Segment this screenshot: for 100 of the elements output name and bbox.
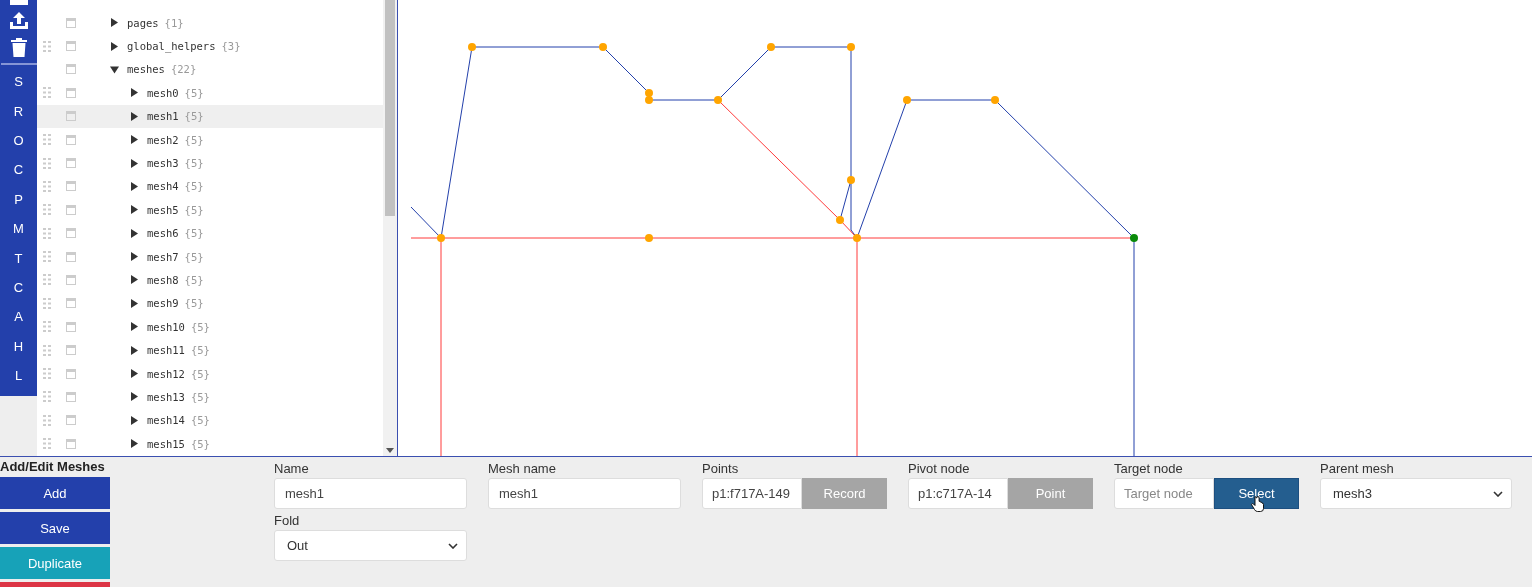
- text-input[interactable]: mesh1: [274, 478, 467, 509]
- tree-row[interactable]: pages {1}: [37, 11, 383, 35]
- checkbox[interactable]: [66, 134, 76, 145]
- drag-handle-icon[interactable]: [43, 204, 51, 216]
- drag-handle-icon[interactable]: [43, 438, 51, 450]
- trash-icon[interactable]: [10, 37, 27, 57]
- drag-handle-icon[interactable]: [43, 391, 51, 403]
- tree-row[interactable]: global_helpers {3}: [37, 34, 383, 58]
- sidebar-tab[interactable]: A: [0, 302, 37, 332]
- expand-icon[interactable]: [130, 298, 139, 308]
- checkbox[interactable]: [66, 438, 76, 449]
- tree-row[interactable]: mesh8 {5}: [37, 268, 383, 292]
- tree-row[interactable]: mesh11 {5}: [37, 338, 383, 362]
- expand-icon[interactable]: [110, 41, 119, 51]
- sidebar-tab[interactable]: L: [0, 360, 37, 391]
- action-button[interactable]: Add: [0, 477, 110, 509]
- drag-handle-icon[interactable]: [43, 274, 51, 286]
- expand-icon[interactable]: [130, 252, 139, 262]
- tree-row[interactable]: meshes {22}: [37, 57, 383, 82]
- drag-handle-icon[interactable]: [43, 180, 51, 192]
- drag-handle-icon[interactable]: [43, 87, 51, 99]
- checkbox[interactable]: [66, 158, 76, 169]
- tree-row[interactable]: mesh4 {5}: [37, 174, 383, 199]
- checkbox[interactable]: [66, 64, 76, 75]
- checkbox[interactable]: [66, 298, 76, 309]
- drag-handle-icon[interactable]: [43, 297, 51, 309]
- checkbox[interactable]: [66, 228, 76, 239]
- sidebar-tab[interactable]: C: [0, 155, 37, 185]
- drag-handle-icon[interactable]: [43, 227, 51, 239]
- checkbox[interactable]: [66, 41, 76, 52]
- tree-row[interactable]: mesh10 {5}: [37, 315, 383, 339]
- tree-row[interactable]: mesh14 {5}: [37, 408, 383, 433]
- drag-handle-icon[interactable]: [43, 251, 51, 263]
- node-input[interactable]: Target node: [1114, 478, 1214, 509]
- checkbox[interactable]: [66, 251, 76, 262]
- sidebar-tab[interactable]: T: [0, 243, 37, 273]
- checkbox[interactable]: [66, 17, 76, 28]
- tree-row[interactable]: mesh5 {5}: [37, 198, 383, 222]
- toolbar-icon[interactable]: [9, 0, 28, 8]
- drag-handle-icon[interactable]: [43, 40, 51, 52]
- sidebar-tab[interactable]: R: [0, 96, 37, 126]
- checkbox[interactable]: [66, 321, 76, 332]
- expand-icon[interactable]: [130, 415, 139, 425]
- expand-icon[interactable]: [130, 439, 139, 449]
- tree-row[interactable]: mesh6 {5}: [37, 221, 383, 245]
- checkbox[interactable]: [66, 111, 76, 122]
- select-field[interactable]: mesh3: [1320, 478, 1512, 509]
- tree-row[interactable]: mesh9 {5}: [37, 291, 383, 316]
- drag-handle-icon[interactable]: [43, 321, 51, 333]
- expand-icon[interactable]: [130, 205, 139, 215]
- expand-icon[interactable]: [130, 111, 139, 121]
- tree-row[interactable]: mesh1 {5}: [37, 104, 383, 128]
- expand-icon[interactable]: [130, 369, 139, 379]
- action-button[interactable]: Save: [0, 512, 110, 544]
- sidebar-tab[interactable]: H: [0, 331, 37, 361]
- checkbox[interactable]: [66, 368, 76, 379]
- checkbox[interactable]: [66, 415, 76, 426]
- drag-handle-icon[interactable]: [43, 368, 51, 380]
- tree-row[interactable]: mesh13 {5}: [37, 385, 383, 409]
- scroll-down-icon[interactable]: [386, 448, 394, 453]
- checkbox[interactable]: [66, 204, 76, 215]
- sidebar-tab[interactable]: M: [0, 213, 37, 244]
- expand-icon[interactable]: [130, 228, 139, 238]
- scrollbar[interactable]: [383, 0, 397, 456]
- sidebar-tab[interactable]: C: [0, 272, 37, 303]
- checkbox[interactable]: [66, 391, 76, 402]
- select-field[interactable]: Out: [274, 530, 467, 561]
- sidebar-tab[interactable]: S: [0, 67, 37, 97]
- tree-row[interactable]: mesh15 {5}: [37, 432, 383, 456]
- drag-handle-icon[interactable]: [43, 134, 51, 146]
- drag-handle-icon[interactable]: [43, 414, 51, 426]
- tree-row[interactable]: mesh3 {5}: [37, 151, 383, 175]
- expand-icon[interactable]: [130, 158, 139, 168]
- upload-icon[interactable]: [8, 12, 29, 30]
- pick-button[interactable]: Select: [1214, 478, 1299, 509]
- checkbox[interactable]: [66, 87, 76, 98]
- tree-row[interactable]: mesh2 {5}: [37, 127, 383, 152]
- node-input[interactable]: p1:c717A-14: [908, 478, 1008, 509]
- tree-row[interactable]: mesh12 {5}: [37, 361, 383, 386]
- tree-row[interactable]: mesh7 {5}: [37, 244, 383, 269]
- expand-icon[interactable]: [130, 181, 139, 191]
- drag-handle-icon[interactable]: [43, 157, 51, 169]
- expand-icon[interactable]: [130, 345, 139, 355]
- expand-icon[interactable]: [110, 18, 119, 28]
- expand-icon[interactable]: [130, 322, 139, 332]
- expand-icon[interactable]: [130, 275, 139, 285]
- expand-icon[interactable]: [130, 392, 139, 402]
- field-label: Points: [702, 461, 740, 476]
- text-input[interactable]: mesh1: [488, 478, 681, 509]
- checkbox[interactable]: [66, 275, 76, 285]
- drag-handle-icon[interactable]: [43, 344, 51, 356]
- expand-icon[interactable]: [130, 88, 139, 98]
- tree-row[interactable]: mesh0 {5}: [37, 81, 383, 105]
- sidebar-tab[interactable]: P: [0, 184, 37, 214]
- expand-icon[interactable]: [130, 135, 139, 145]
- sidebar-tab[interactable]: O: [0, 125, 37, 156]
- collapse-icon[interactable]: [110, 64, 119, 74]
- node-input[interactable]: p1:f717A-149: [702, 478, 802, 509]
- checkbox[interactable]: [66, 181, 76, 192]
- checkbox[interactable]: [66, 345, 76, 356]
